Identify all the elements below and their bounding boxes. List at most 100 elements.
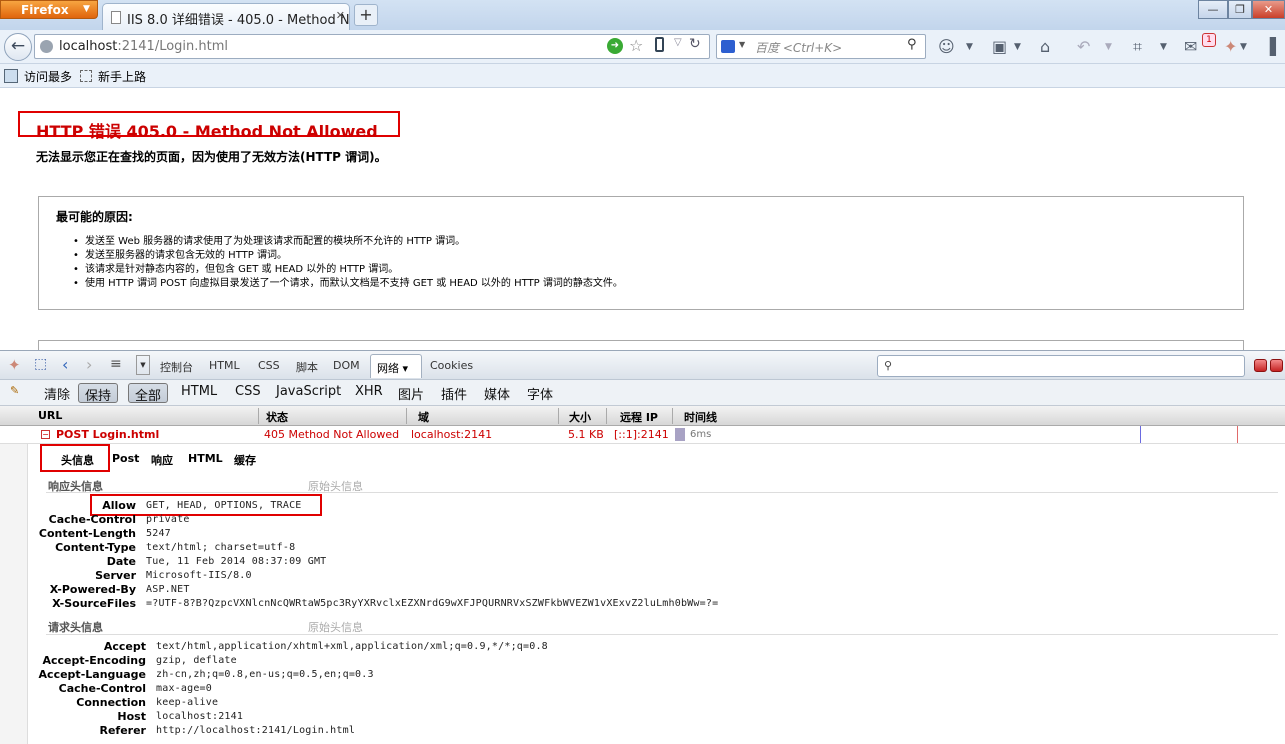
- column-remote-ip[interactable]: 远程 IP: [620, 409, 658, 425]
- header-name: Date: [106, 555, 136, 568]
- chevron-down-icon[interactable]: ▼: [966, 37, 973, 57]
- go-icon[interactable]: ➜: [607, 38, 623, 54]
- bookmark-page-icon: [80, 70, 92, 82]
- minimize-firebug-button[interactable]: [1254, 359, 1267, 372]
- browser-tab[interactable]: IIS 8.0 详细错误 - 405.0 - Method No... ✕: [102, 3, 350, 30]
- reason-box: 最可能的原因: 发送至 Web 服务器的请求使用了为处理该请求而配置的模块所不允…: [38, 196, 1244, 310]
- column-size[interactable]: 大小: [569, 409, 591, 425]
- tab-network[interactable]: 网络 ▾: [370, 354, 422, 378]
- bookmarks-bar: 访问最多 新手上路: [0, 64, 1285, 88]
- firefox-menu-button[interactable]: Firefox ▼: [0, 0, 98, 19]
- tab-post[interactable]: Post: [112, 452, 139, 465]
- close-tab-icon[interactable]: ✕: [336, 9, 345, 22]
- list-item: 发送至 Web 服务器的请求使用了为处理该请求而配置的模块所不允许的 HTTP …: [73, 235, 623, 249]
- error-subtitle: 无法显示您正在查找的页面，因为使用了无效方法(HTTP 谓词)。: [36, 150, 387, 164]
- request-domain: localhost:2141: [411, 428, 493, 441]
- tab-css[interactable]: CSS: [258, 359, 280, 372]
- dropdown-icon[interactable]: ▽: [674, 37, 682, 48]
- chevron-down-icon[interactable]: ▼: [739, 40, 745, 49]
- back-button[interactable]: ←: [4, 33, 32, 61]
- firefox-menu-label: Firefox: [21, 3, 69, 17]
- forward-arrow-icon[interactable]: ›: [86, 355, 92, 374]
- header-name: Cache-Control: [48, 513, 136, 526]
- search-icon[interactable]: ⚲: [907, 37, 917, 52]
- header-value: text/html,application/xhtml+xml,applicat…: [156, 641, 548, 652]
- column-status[interactable]: 状态: [266, 409, 288, 425]
- tab-headers[interactable]: 头信息: [61, 452, 94, 468]
- search-bar[interactable]: ▼ 百度 <Ctrl+K> ⚲: [716, 34, 926, 59]
- timeline-bar: [675, 428, 685, 441]
- chevron-down-icon: ▼: [83, 4, 90, 14]
- chevron-down-icon[interactable]: ▼: [1105, 37, 1112, 57]
- minimize-button[interactable]: —: [1198, 0, 1228, 19]
- menu-icon[interactable]: ≡: [110, 356, 122, 372]
- chevron-down-icon[interactable]: ▼: [1240, 37, 1247, 57]
- notification-badge[interactable]: 1: [1202, 33, 1216, 47]
- tab-dom[interactable]: DOM: [333, 359, 360, 372]
- filter-xhr-button[interactable]: XHR: [349, 383, 389, 403]
- filter-plugins-button[interactable]: 插件: [435, 383, 473, 403]
- list-item: 该请求是针对静态内容的，但包含 GET 或 HEAD 以外的 HTTP 谓词。: [73, 263, 623, 277]
- network-filter-bar: ✎ 清除 保持 全部 HTML CSS JavaScript XHR 图片 插件…: [0, 380, 1285, 406]
- reason-heading: 最可能的原因:: [56, 210, 133, 224]
- url-path: :2141/Login.html: [117, 39, 229, 54]
- addon-face-icon[interactable]: ☺: [938, 37, 955, 57]
- star-icon[interactable]: ☆: [629, 36, 643, 55]
- header-name: X-Powered-By: [49, 583, 136, 596]
- network-column-headers: URL 状态 域 大小 远程 IP 时间线: [0, 406, 1285, 426]
- chevron-down-icon[interactable]: ▼: [136, 355, 150, 375]
- firebug-icon[interactable]: ✦: [8, 356, 21, 374]
- header-value: GET, HEAD, OPTIONS, TRACE: [146, 500, 302, 511]
- firebug-search-input[interactable]: ⚲: [877, 355, 1245, 377]
- back-arrow-icon[interactable]: ‹: [62, 355, 68, 374]
- tab-cache[interactable]: 缓存: [234, 452, 256, 468]
- persist-button[interactable]: 保持: [78, 383, 119, 404]
- tab-response[interactable]: 响应: [151, 452, 173, 468]
- overflow-icon[interactable]: ▌: [1270, 37, 1282, 57]
- crop-icon[interactable]: ⌗: [1133, 37, 1142, 57]
- inspect-icon[interactable]: ⬚: [34, 356, 47, 372]
- bookmark-most-visited[interactable]: 访问最多: [24, 68, 72, 85]
- url-bar[interactable]: localhost:2141/Login.html ➜ ☆ ▽ ↻: [34, 34, 710, 59]
- divider: [46, 492, 1278, 493]
- reload-icon[interactable]: ↻: [689, 36, 701, 52]
- raw-headers-link[interactable]: 原始头信息: [308, 619, 363, 635]
- close-firebug-button[interactable]: [1270, 359, 1283, 372]
- filter-javascript-button[interactable]: JavaScript: [270, 383, 347, 403]
- chat-icon[interactable]: ✉: [1184, 37, 1197, 57]
- tab-html[interactable]: HTML: [209, 359, 240, 372]
- bookmarks-icon[interactable]: ▣: [992, 37, 1007, 57]
- close-window-button[interactable]: ✕: [1252, 0, 1285, 19]
- column-url[interactable]: URL: [38, 409, 62, 422]
- tab-cookies[interactable]: Cookies: [430, 359, 473, 372]
- column-domain[interactable]: 域: [418, 409, 429, 425]
- request-size: 5.1 KB: [568, 428, 604, 441]
- undo-icon[interactable]: ↶: [1077, 37, 1090, 57]
- new-tab-button[interactable]: +: [354, 4, 378, 26]
- filter-media-button[interactable]: 媒体: [478, 383, 516, 403]
- filter-html-button[interactable]: HTML: [175, 383, 223, 403]
- header-name: Accept: [103, 640, 146, 653]
- request-url[interactable]: POST Login.html: [56, 428, 159, 441]
- tab-console[interactable]: 控制台: [160, 359, 193, 375]
- filter-images-button[interactable]: 图片: [392, 383, 430, 403]
- maximize-button[interactable]: ❐: [1228, 0, 1252, 19]
- collapse-icon[interactable]: −: [41, 430, 50, 439]
- mobile-icon[interactable]: [655, 37, 664, 52]
- home-icon[interactable]: ⌂: [1040, 37, 1050, 57]
- filter-css-button[interactable]: CSS: [229, 383, 267, 403]
- tab-script[interactable]: 脚本: [296, 359, 318, 375]
- tab-html[interactable]: HTML: [188, 452, 223, 465]
- chevron-down-icon[interactable]: ▼: [1160, 37, 1167, 57]
- chevron-down-icon[interactable]: ▼: [1014, 37, 1021, 57]
- filter-all-button[interactable]: 全部: [128, 383, 169, 404]
- bookmark-getting-started[interactable]: 新手上路: [98, 68, 146, 85]
- globe-icon: [40, 40, 53, 53]
- filter-fonts-button[interactable]: 字体: [521, 383, 559, 403]
- column-timeline[interactable]: 时间线: [684, 409, 717, 425]
- header-value: zh-cn,zh;q=0.8,en-us;q=0.5,en;q=0.3: [156, 669, 374, 680]
- firebug-icon[interactable]: ✦: [1224, 37, 1237, 57]
- clear-button[interactable]: 清除: [38, 383, 76, 403]
- baidu-engine-icon[interactable]: [721, 40, 735, 53]
- table-row[interactable]: − POST Login.html 405 Method Not Allowed…: [0, 426, 1285, 444]
